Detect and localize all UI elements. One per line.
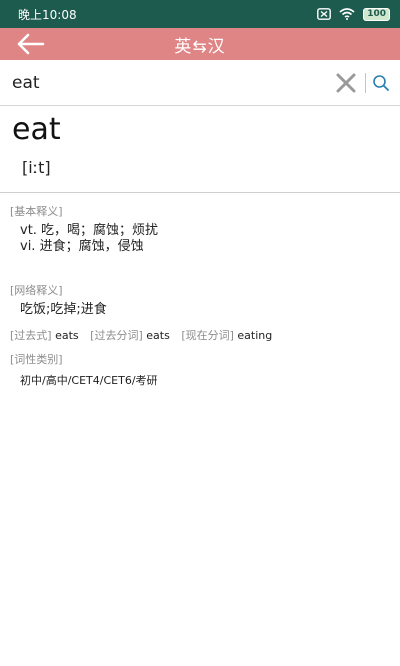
status-time: 晚上10:08 (18, 7, 77, 22)
battery-icon: 100 (363, 7, 390, 21)
basic-definitions: vt. 吃，喝；腐蚀；烦扰 vi. 进食；腐蚀，侵蚀 (0, 223, 400, 255)
search-divider (365, 72, 366, 93)
past-tense-label: [过去式] (10, 329, 52, 342)
phonetic: [iːt] (22, 158, 51, 177)
status-icons: 100 (317, 7, 390, 21)
notification-icon (317, 8, 332, 20)
word-block: eat [iːt] (0, 110, 400, 182)
basic-definition-label: [基本释义] (10, 205, 63, 218)
header-bar: 英⇆汉 (0, 28, 400, 60)
headword: eat (12, 112, 61, 147)
search-input[interactable] (12, 72, 335, 93)
past-tense-value: eats (55, 329, 79, 342)
past-participle-label: [过去分词] (90, 329, 143, 342)
net-definition-label: [网络释义] (10, 284, 63, 297)
word-forms: [过去式] eats [过去分词] eats [现在分词] eating (0, 327, 400, 343)
header-title[interactable]: 英⇆汉 (174, 32, 225, 57)
definition-line: vt. 吃，喝；腐蚀；烦扰 (20, 223, 159, 238)
clear-icon[interactable] (335, 72, 357, 94)
category-value: 初中/高中/CET4/CET6/考研 (20, 374, 158, 387)
search-icon[interactable] (372, 74, 390, 92)
net-definition: 吃饭;吃掉;进食 (20, 302, 107, 317)
section-divider (0, 192, 400, 193)
status-bar: 晚上10:08 100 (0, 0, 400, 28)
category-label: [词性类别] (10, 353, 63, 366)
present-participle-value: eating (237, 329, 273, 342)
present-participle-label: [现在分词] (181, 329, 234, 342)
search-bar (0, 60, 400, 106)
wifi-icon (339, 8, 355, 20)
past-participle-value: eats (146, 329, 170, 342)
back-arrow-icon[interactable] (14, 33, 46, 55)
definition-line: vi. 进食；腐蚀，侵蚀 (20, 239, 144, 254)
